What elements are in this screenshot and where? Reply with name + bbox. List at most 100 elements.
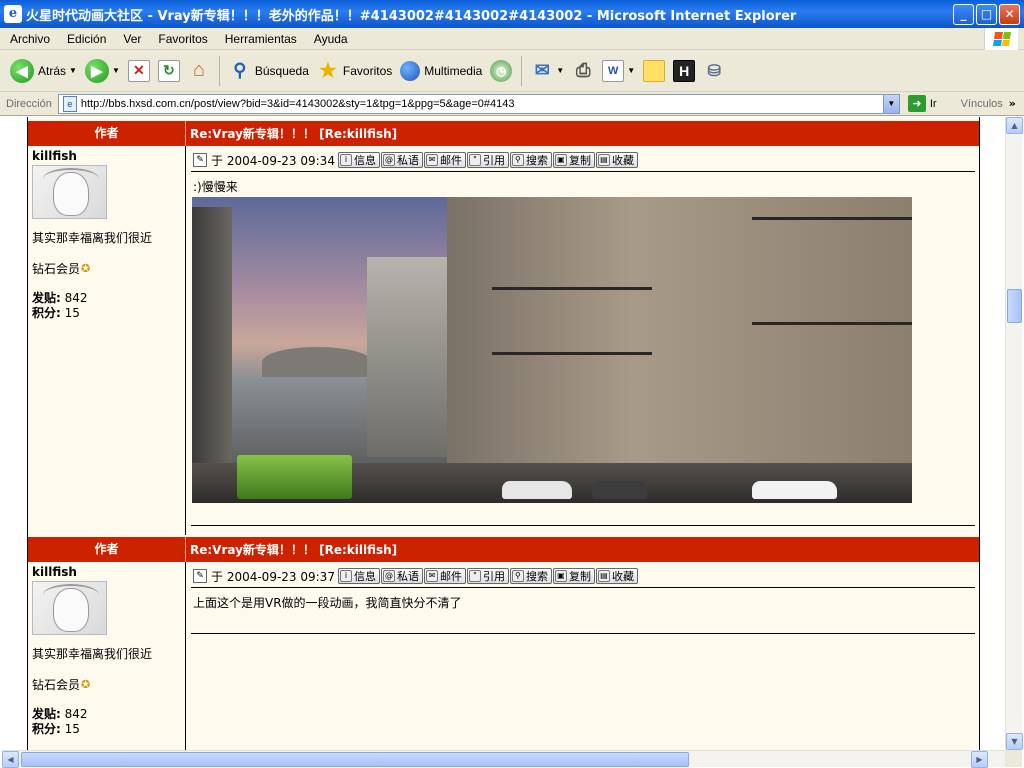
post-subject[interactable]: Re:Vray新专辑！！！ [Re:killfish] (186, 125, 397, 142)
links-chevron-icon[interactable]: » (1009, 97, 1016, 110)
print-button[interactable]: ⎙ (568, 54, 598, 88)
menu-favoritos[interactable]: Favoritos (148, 32, 214, 46)
title-bar: e 火星时代动画大社区 - Vray新专辑！！！老外的作品！！#4143002#… (0, 0, 1024, 28)
scroll-left-icon[interactable]: ◀ (2, 751, 19, 768)
post-date: 于 2004-09-23 09:37 (211, 569, 335, 584)
address-input[interactable]: e http://bbs.hxsd.com.cn/post/view?bid=3… (57, 93, 900, 114)
history-button[interactable]: ◷ (486, 54, 516, 88)
forward-button[interactable]: ▶ ▼ (81, 54, 124, 88)
minimize-button[interactable]: _ (953, 3, 974, 25)
search-posts-button[interactable]: ⚲ 搜索 (509, 568, 552, 584)
user-rank: 钻石会员 ✪ (32, 676, 185, 693)
toolbar: ◀ Atrás ▼ ▶ ▼ ✕ ↻ ⌂ ⚲ Búsqueda ★ Favorit… (0, 50, 1024, 92)
user-stats: 发贴: 842 积分: 15 (32, 291, 185, 321)
quote-button[interactable]: " 引用 (466, 568, 509, 584)
rank-star-icon: ✪ (81, 678, 91, 691)
author-column-header: 作者 (28, 537, 186, 562)
back-label: Atrás (38, 63, 67, 78)
post-image[interactable] (192, 197, 912, 503)
go-button[interactable]: ➜ Ir (907, 95, 937, 112)
post-content: ✎ 于 2004-09-23 09:37 i 信息 @ 私语 ✉ 邮件 " 引用 ⚲ 搜索… (187, 562, 979, 634)
multimedia-button[interactable]: Multimedia (396, 54, 486, 88)
forward-dropdown-icon[interactable]: ▼ (112, 66, 120, 75)
username[interactable]: killfish (32, 149, 185, 163)
scroll-right-icon[interactable]: ▶ (971, 751, 988, 768)
menu-ayuda[interactable]: Ayuda (304, 32, 355, 46)
go-arrow-icon: ➜ (907, 95, 926, 112)
post-meta: ✎ 于 2004-09-23 09:37 i 信息 @ 私语 ✉ 邮件 " 引用 ⚲ 搜索… (193, 565, 979, 587)
back-button[interactable]: ◀ Atrás ▼ (6, 54, 81, 88)
edit-post-icon[interactable]: ✎ (193, 153, 207, 167)
user-signature: 其实那幸福离我们很近 (32, 647, 153, 661)
quote-icon: " (468, 570, 481, 582)
edit-button[interactable]: W ▼ (598, 54, 639, 88)
info-button[interactable]: i 信息 (337, 568, 380, 584)
multimedia-label: Multimedia (424, 63, 483, 78)
maximize-button[interactable]: □ (976, 3, 997, 25)
window-title: 火星时代动画大社区 - Vray新专辑！！！老外的作品！！#4143002#41… (26, 8, 797, 24)
email-button[interactable]: ✉ 邮件 (423, 152, 466, 168)
stop-button[interactable]: ✕ (124, 54, 154, 88)
bookmark-button[interactable]: ▤ 收藏 (595, 568, 638, 584)
message-button[interactable]: @ 私语 (380, 152, 423, 168)
toolbar-separator (521, 55, 523, 86)
mail-dropdown-icon[interactable]: ▼ (556, 66, 564, 75)
scroll-down-icon[interactable]: ▼ (1006, 733, 1023, 750)
menu-archivo[interactable]: Archivo (0, 32, 57, 46)
menu-edicion[interactable]: Edición (57, 32, 113, 46)
favorites-button[interactable]: ★ Favoritos (313, 54, 396, 88)
message-icon: @ (382, 570, 395, 582)
mail-icon: ✉ (534, 60, 550, 80)
scrollbar-corner (1005, 750, 1022, 767)
close-button[interactable]: ✕ (999, 3, 1020, 25)
menu-herramientas[interactable]: Herramientas (215, 32, 304, 46)
vertical-scroll-thumb[interactable] (1007, 289, 1022, 323)
avatar[interactable] (32, 165, 107, 219)
post-date: 于 2004-09-23 09:34 (211, 153, 335, 168)
horizontal-scroll-thumb[interactable] (21, 752, 689, 767)
author-column-header: 作者 (28, 121, 186, 146)
refresh-button[interactable]: ↻ (154, 54, 184, 88)
search-posts-button[interactable]: ⚲ 搜索 (509, 152, 552, 168)
mail-button[interactable]: ✉ ▼ (527, 54, 568, 88)
h-button[interactable]: H (669, 54, 699, 88)
go-label: Ir (929, 97, 937, 110)
home-button[interactable]: ⌂ (184, 54, 214, 88)
home-icon: ⌂ (192, 59, 205, 81)
back-dropdown-icon[interactable]: ▼ (69, 66, 77, 75)
links-label[interactable]: Vínculos (961, 98, 1003, 110)
vertical-scrollbar[interactable]: ▲ ▼ (1005, 117, 1023, 750)
divider (191, 633, 975, 634)
search-button[interactable]: ⚲ Búsqueda (225, 54, 313, 88)
email-button[interactable]: ✉ 邮件 (423, 568, 466, 584)
quote-icon: " (468, 154, 481, 166)
points-label: 积分: (32, 722, 61, 736)
post: killfish 其实那幸福离我们很近 钻石会员 ✪ 发贴: 842 积分: 15… (28, 146, 979, 535)
edit-dropdown-icon[interactable]: ▼ (627, 66, 635, 75)
favorites-label: Favoritos (342, 63, 393, 78)
message-button[interactable]: @ 私语 (380, 568, 423, 584)
copy-button[interactable]: ▣ 复制 (552, 152, 595, 168)
star-icon: ★ (318, 60, 337, 82)
username[interactable]: killfish (32, 565, 185, 579)
scroll-up-icon[interactable]: ▲ (1006, 117, 1023, 134)
printer-icon: ⎙ (576, 60, 591, 80)
research-button[interactable]: ⛁ (699, 54, 729, 88)
quote-button[interactable]: " 引用 (466, 152, 509, 168)
address-dropdown-icon[interactable]: ▼ (882, 94, 899, 113)
address-url[interactable]: http://bbs.hxsd.com.cn/post/view?bid=3&i… (81, 98, 515, 110)
email-icon: ✉ (425, 154, 438, 166)
avatar[interactable] (32, 581, 107, 635)
magnifier-icon: ⚲ (511, 570, 524, 582)
user-signature: 其实那幸福离我们很近 (32, 231, 153, 245)
notes-button[interactable] (639, 54, 669, 88)
bookmark-button[interactable]: ▤ 收藏 (595, 152, 638, 168)
horizontal-scrollbar[interactable]: ◀ ▶ (2, 750, 1005, 768)
page-icon: e (62, 95, 77, 112)
info-button[interactable]: i 信息 (337, 152, 380, 168)
menu-ver[interactable]: Ver (113, 32, 148, 46)
post-subject[interactable]: Re:Vray新专辑！！！ [Re:killfish] (186, 541, 397, 558)
copy-button[interactable]: ▣ 复制 (552, 568, 595, 584)
edit-post-icon[interactable]: ✎ (193, 569, 207, 583)
post-header: 作者 Re:Vray新专辑！！！ [Re:killfish] (28, 537, 979, 562)
